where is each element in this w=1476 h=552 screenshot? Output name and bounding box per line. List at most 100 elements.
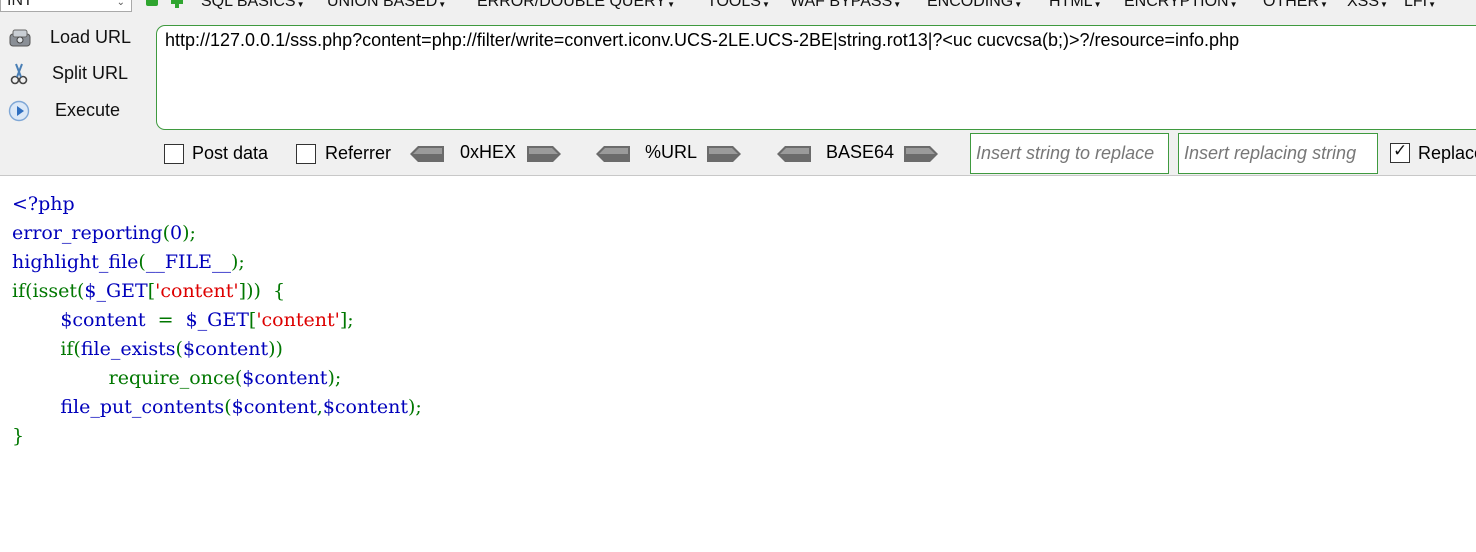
code-token: (: [224, 396, 232, 418]
hex-encode-arrow-icon[interactable]: [527, 145, 561, 163]
dropdown-arrow-icon: ▼: [1380, 0, 1388, 9]
code-token: ])) {: [238, 280, 286, 302]
code-token: =: [157, 309, 186, 331]
dropdown-arrow-icon: ▼: [296, 0, 305, 9]
code-token: );: [408, 396, 422, 418]
menu-label: HTML: [1049, 0, 1093, 10]
code-token: );: [327, 367, 342, 389]
execute-label: Execute: [55, 100, 121, 120]
code-token: 'content': [256, 309, 340, 331]
dropdown-arrow-icon: ▼: [1320, 0, 1328, 9]
code-line: require_once($content);: [12, 364, 422, 393]
code-token: (: [138, 251, 146, 273]
code-token: $content: [182, 338, 269, 360]
code-token: require_once: [108, 367, 235, 389]
post-data-label: Post data: [192, 143, 269, 163]
code-token: if(isset(: [12, 280, 85, 302]
referrer-checkbox[interactable]: [296, 144, 316, 164]
dropdown-arrow-icon: ▼: [1093, 0, 1102, 9]
dropdown-arrow-icon: ▼: [1229, 0, 1238, 9]
menu-bar: INT ⌄ SQL BASICS▼ UNION BASED▼ ERROR/DOU…: [0, 0, 1476, 14]
menu-lfi[interactable]: LFI▼: [1404, 0, 1436, 12]
encoder-hex-label: 0xHEX: [460, 142, 517, 162]
checkmark-icon: ✓: [1393, 141, 1408, 160]
code-token: (: [175, 338, 183, 360]
code-token: error_reporting: [12, 222, 163, 244]
menu-waf-bypass[interactable]: WAF BYPASS▼: [790, 0, 901, 12]
dropdown-arrow-icon: ▼: [1014, 0, 1023, 9]
code-token: $_GET: [84, 280, 148, 302]
menu-label: SQL BASICS: [201, 0, 296, 10]
menu-xss[interactable]: XSS▼: [1347, 0, 1388, 12]
plus-icon[interactable]: [171, 0, 183, 8]
dropdown-arrow-icon: ▼: [761, 0, 770, 9]
code-token: highlight_file: [12, 251, 139, 273]
injection-type-select[interactable]: INT ⌄: [0, 0, 132, 12]
menu-label: LFI: [1404, 0, 1428, 10]
menu-label: ENCODING: [927, 0, 1014, 10]
code-line: $content = $_GET['content'];: [12, 306, 422, 335]
url-decode-arrow-icon[interactable]: [596, 145, 630, 163]
encoder-base64-label: BASE64: [826, 142, 895, 162]
url-input[interactable]: http://127.0.0.1/sss.php?content=php://f…: [156, 25, 1476, 130]
load-url-button[interactable]: Load URL: [4, 23, 144, 53]
execute-button[interactable]: Execute: [4, 96, 144, 126]
dropdown-arrow-icon: ▼: [438, 0, 447, 9]
code-token: <?php: [12, 193, 75, 215]
code-token: }: [12, 425, 25, 447]
load-url-icon: [8, 27, 32, 49]
code-token: 0: [169, 222, 183, 244]
menu-other[interactable]: OTHER▼: [1263, 0, 1328, 12]
menu-label: XSS: [1347, 0, 1380, 10]
code-line: file_put_contents($content,$content);: [12, 393, 422, 422]
replace-find-input[interactable]: Insert string to replace: [970, 133, 1169, 174]
referrer-label: Referrer: [325, 143, 392, 163]
code-token: $_GET: [185, 309, 249, 331]
code-token: 'content': [155, 280, 239, 302]
menu-html[interactable]: HTML▼: [1049, 0, 1101, 12]
menu-label: UNION BASED: [327, 0, 438, 10]
menu-encoding[interactable]: ENCODING▼: [927, 0, 1022, 12]
base64-encode-arrow-icon[interactable]: [904, 145, 938, 163]
code-token: __FILE__: [145, 251, 232, 273]
code-line: highlight_file(__FILE__);: [12, 248, 422, 277]
code-token: file_exists: [80, 338, 176, 360]
dropdown-arrow-icon: ▼: [1428, 0, 1437, 9]
menu-encryption[interactable]: ENCRYPTION▼: [1124, 0, 1238, 12]
post-data-checkbox[interactable]: [164, 144, 184, 164]
base64-decode-arrow-icon[interactable]: [777, 145, 811, 163]
chevron-down-icon: ⌄: [116, 0, 125, 8]
replace-with-input[interactable]: Insert replacing string: [1178, 133, 1378, 174]
code-line: if(file_exists($content)): [12, 335, 422, 364]
code-token: )): [268, 338, 283, 360]
replace-all-label: Replace All: [1418, 143, 1476, 163]
menu-label: ENCRYPTION: [1124, 0, 1229, 10]
hex-decode-arrow-icon[interactable]: [410, 145, 444, 163]
code-token: file_put_contents: [60, 396, 225, 418]
code-token: );: [231, 251, 245, 273]
split-url-button[interactable]: Split URL: [4, 59, 144, 89]
code-token: $content: [322, 396, 408, 418]
replace-all-checkbox[interactable]: ✓: [1390, 141, 1410, 163]
menu-label: WAF BYPASS: [790, 0, 893, 10]
menu-tools[interactable]: TOOLS▼: [707, 0, 770, 12]
url-encode-arrow-icon[interactable]: [707, 145, 741, 163]
menu-union-based[interactable]: UNION BASED▼: [327, 0, 446, 12]
hackbar-panel: INT ⌄ SQL BASICS▼ UNION BASED▼ ERROR/DOU…: [0, 0, 1476, 176]
menu-sql-basics[interactable]: SQL BASICS▼: [201, 0, 304, 12]
load-url-label: Load URL: [50, 27, 132, 47]
code-line: if(isset($_GET['content'])) {: [12, 277, 422, 306]
code-token: );: [182, 222, 196, 244]
split-url-label: Split URL: [52, 63, 129, 83]
code-token: $content: [60, 309, 158, 331]
menu-error-double-query[interactable]: ERROR/DOUBLE QUERY▼: [477, 0, 675, 12]
menu-label: ERROR/DOUBLE QUERY: [477, 0, 667, 10]
dropdown-arrow-icon: ▼: [893, 0, 902, 9]
menu-label: TOOLS: [707, 0, 761, 10]
minus-icon[interactable]: [146, 0, 158, 6]
code-token: (: [162, 222, 170, 244]
code-token: $content: [231, 396, 317, 418]
